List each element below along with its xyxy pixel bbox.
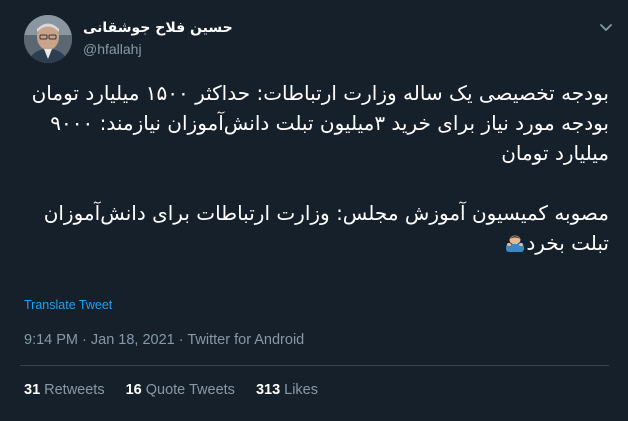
tweet-meta: 9:14 PM · Jan 18, 2021 · Twitter for And… — [24, 332, 304, 348]
divider — [20, 365, 609, 366]
author-handle[interactable]: @hfallahj — [83, 41, 142, 57]
avatar-photo — [24, 15, 72, 63]
translate-tweet-link[interactable]: Translate Tweet — [24, 298, 112, 312]
person-bowing-emoji — [504, 232, 526, 262]
tweet-source[interactable]: Twitter for Android — [187, 332, 304, 348]
retweets-count: 31 — [24, 382, 41, 398]
tweet-line: بودجه تخصیصی یک ساله وزارت ارتباطات: حدا… — [31, 81, 609, 105]
tweet-line: مصوبه کمیسیون آموزش مجلس: وزارت ارتباطات… — [20, 198, 609, 262]
retweets-label: Retweets — [44, 382, 105, 398]
likes-label: Likes — [284, 382, 318, 398]
author-display-name[interactable]: حسین فلاح جوشقانی — [83, 20, 233, 36]
meta-separator: · — [78, 332, 91, 348]
tweet-date[interactable]: Jan 18, 2021 — [91, 332, 175, 348]
quote-tweets-count: 16 — [125, 382, 142, 398]
tweet-text: بودجه تخصیصی یک ساله وزارت ارتباطات: حدا… — [20, 78, 609, 262]
quote-tweets-stat[interactable]: 16 Quote Tweets — [126, 382, 235, 398]
likes-stat[interactable]: 313 Likes — [256, 382, 318, 398]
more-options-icon[interactable] — [594, 16, 618, 40]
likes-count: 313 — [255, 382, 281, 398]
tweet-stats: 31 Retweets 16 Quote Tweets 313 Likes — [24, 382, 339, 398]
tweet-time[interactable]: 9:14 PM — [24, 332, 78, 348]
quote-tweets-label: Quote Tweets — [145, 382, 235, 398]
retweets-stat[interactable]: 31 Retweets — [24, 382, 105, 398]
meta-separator: · — [174, 332, 188, 348]
tweet-line: بودجه مورد نیاز برای خرید ۳میلیون تبلت د… — [50, 111, 609, 165]
author-avatar[interactable] — [24, 15, 72, 63]
